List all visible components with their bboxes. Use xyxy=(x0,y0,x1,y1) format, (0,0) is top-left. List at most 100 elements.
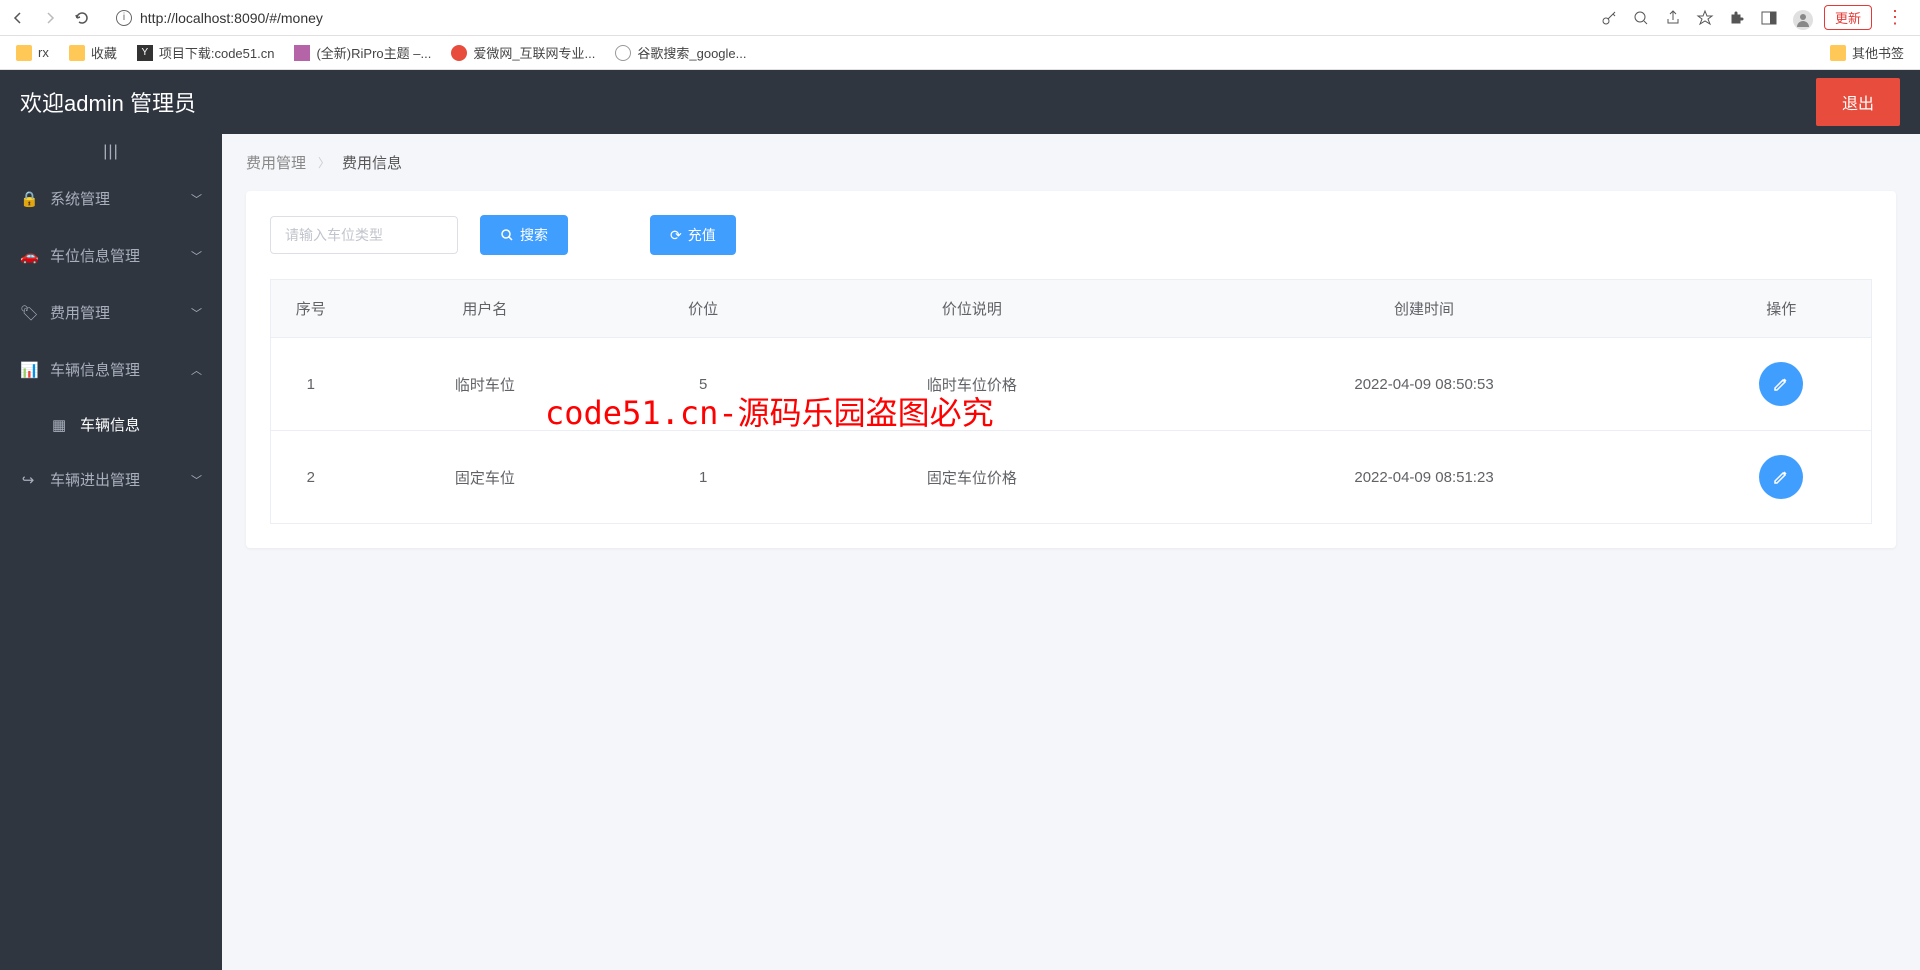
cell-actions xyxy=(1692,431,1872,524)
sidebar-subitem-label: 车辆信息 xyxy=(80,414,140,435)
chevron-down-icon: ﹀ xyxy=(191,305,202,321)
cell-username: 固定车位 xyxy=(351,431,620,524)
sidebar: ||| 🔒 系统管理 ﹀ 🚗 车位信息管理 ﹀ 🏷 费用管理 ﹀ 📊 车辆信息管… xyxy=(0,134,222,970)
sidebar-item-vehicle[interactable]: 📊 车辆信息管理 ︿ xyxy=(0,341,222,398)
chevron-up-icon: ︿ xyxy=(191,362,202,378)
cell-created: 2022-04-09 08:51:23 xyxy=(1157,431,1692,524)
cell-seq: 2 xyxy=(271,431,351,524)
update-button[interactable]: 更新 xyxy=(1824,5,1872,30)
page-title: 欢迎admin 管理员 xyxy=(20,86,196,118)
site-icon xyxy=(615,45,631,61)
sidebar-subitem-vehicle-info[interactable]: ▦ 车辆信息 xyxy=(0,398,222,451)
info-icon: i xyxy=(116,10,132,26)
table-row: 2 固定车位 1 固定车位价格 2022-04-09 08:51:23 xyxy=(271,431,1872,524)
chevron-right-icon: 〉 xyxy=(318,154,330,171)
main-content: 费用管理 〉 费用信息 搜索 ⟳ 充值 序号 用户 xyxy=(222,134,1920,970)
search-button-label: 搜索 xyxy=(520,225,548,245)
reload-button[interactable] xyxy=(72,8,92,28)
profile-icon[interactable] xyxy=(1792,9,1810,27)
chart-icon: 📊 xyxy=(20,361,36,379)
table-row: 1 临时车位 5 临时车位价格 2022-04-09 08:50:53 xyxy=(271,338,1872,431)
folder-icon xyxy=(1830,45,1846,61)
car-icon: 🚗 xyxy=(20,247,36,265)
toolbar: 搜索 ⟳ 充值 xyxy=(270,215,1872,255)
more-menu-icon[interactable]: ⋮ xyxy=(1886,7,1904,28)
cell-actions xyxy=(1692,338,1872,431)
sidebar-item-label: 车辆进出管理 xyxy=(50,469,140,490)
search-input[interactable] xyxy=(270,216,458,254)
breadcrumb-current: 费用信息 xyxy=(342,152,402,173)
table-header: 价位说明 xyxy=(787,280,1156,338)
chevron-down-icon: ﹀ xyxy=(191,191,202,207)
search-icon xyxy=(500,228,514,242)
bookmarks-bar: rx 收藏 Y项目下载:code51.cn (全新)RiPro主题 –... 爱… xyxy=(0,36,1920,70)
folder-icon xyxy=(16,45,32,61)
site-icon xyxy=(451,45,467,61)
menu-collapse-icon: ||| xyxy=(103,143,118,161)
exit-icon: ↪ xyxy=(20,471,36,489)
recharge-button-label: 充值 xyxy=(688,225,716,245)
share-icon[interactable] xyxy=(1664,9,1682,27)
table-header: 价位 xyxy=(619,280,787,338)
bookmark-item[interactable]: Y项目下载:code51.cn xyxy=(137,43,275,62)
table-header: 创建时间 xyxy=(1157,280,1692,338)
url-text: http://localhost:8090/#/money xyxy=(140,10,323,26)
edit-icon xyxy=(1772,468,1790,486)
sidebar-item-label: 车位信息管理 xyxy=(50,245,140,266)
back-button[interactable] xyxy=(8,8,28,28)
lock-icon: 🔒 xyxy=(20,190,36,208)
grid-icon: ▦ xyxy=(52,416,68,434)
sidebar-item-label: 费用管理 xyxy=(50,302,110,323)
cell-created: 2022-04-09 08:50:53 xyxy=(1157,338,1692,431)
logout-button[interactable]: 退出 xyxy=(1816,78,1900,126)
sidebar-item-inout[interactable]: ↪ 车辆进出管理 ﹀ xyxy=(0,451,222,508)
bookmark-item[interactable]: (全新)RiPro主题 –... xyxy=(294,43,431,62)
site-icon: Y xyxy=(137,45,153,61)
zoom-icon[interactable] xyxy=(1632,9,1650,27)
bookmark-item[interactable]: 爱微网_互联网专业... xyxy=(451,43,595,62)
other-bookmarks[interactable]: 其他书签 xyxy=(1830,43,1904,62)
edit-button[interactable] xyxy=(1759,362,1803,406)
content-card: 搜索 ⟳ 充值 序号 用户名 价位 价位说明 创建时间 操作 xyxy=(246,191,1896,548)
chevron-down-icon: ﹀ xyxy=(191,248,202,264)
table-header: 序号 xyxy=(271,280,351,338)
chevron-down-icon: ﹀ xyxy=(191,472,202,488)
folder-icon xyxy=(69,45,85,61)
sidebar-item-parking[interactable]: 🚗 车位信息管理 ﹀ xyxy=(0,227,222,284)
breadcrumb-parent[interactable]: 费用管理 xyxy=(246,152,306,173)
sidebar-item-fee[interactable]: 🏷 费用管理 ﹀ xyxy=(0,284,222,341)
sidebar-item-label: 车辆信息管理 xyxy=(50,359,140,380)
bookmark-item[interactable]: rx xyxy=(16,45,49,61)
edit-icon xyxy=(1772,375,1790,393)
cell-username: 临时车位 xyxy=(351,338,620,431)
forward-button[interactable] xyxy=(40,8,60,28)
sidebar-toggle[interactable]: ||| xyxy=(0,134,222,170)
app-header: 欢迎admin 管理员 退出 xyxy=(0,70,1920,134)
breadcrumb: 费用管理 〉 费用信息 xyxy=(222,134,1920,191)
key-icon[interactable] xyxy=(1600,9,1618,27)
cell-desc: 临时车位价格 xyxy=(787,338,1156,431)
loading-icon: ⟳ xyxy=(670,227,682,244)
panel-icon[interactable] xyxy=(1760,9,1778,27)
site-icon xyxy=(294,45,310,61)
star-icon[interactable] xyxy=(1696,9,1714,27)
cell-desc: 固定车位价格 xyxy=(787,431,1156,524)
browser-toolbar: i http://localhost:8090/#/money 更新 ⋮ xyxy=(0,0,1920,36)
url-bar[interactable]: i http://localhost:8090/#/money xyxy=(104,6,1588,30)
tag-icon: 🏷 xyxy=(20,304,36,322)
cell-price: 1 xyxy=(619,431,787,524)
table-header: 操作 xyxy=(1692,280,1872,338)
extensions-icon[interactable] xyxy=(1728,9,1746,27)
search-button[interactable]: 搜索 xyxy=(480,215,568,255)
cell-price: 5 xyxy=(619,338,787,431)
recharge-button[interactable]: ⟳ 充值 xyxy=(650,215,736,255)
bookmark-item[interactable]: 收藏 xyxy=(69,43,117,62)
table-header-row: 序号 用户名 价位 价位说明 创建时间 操作 xyxy=(271,280,1872,338)
edit-button[interactable] xyxy=(1759,455,1803,499)
sidebar-item-system[interactable]: 🔒 系统管理 ﹀ xyxy=(0,170,222,227)
bookmark-item[interactable]: 谷歌搜索_google... xyxy=(615,43,746,62)
cell-seq: 1 xyxy=(271,338,351,431)
table-header: 用户名 xyxy=(351,280,620,338)
fee-table: 序号 用户名 价位 价位说明 创建时间 操作 1 临时车位 5 临时车位价格 2… xyxy=(270,279,1872,524)
sidebar-item-label: 系统管理 xyxy=(50,188,110,209)
